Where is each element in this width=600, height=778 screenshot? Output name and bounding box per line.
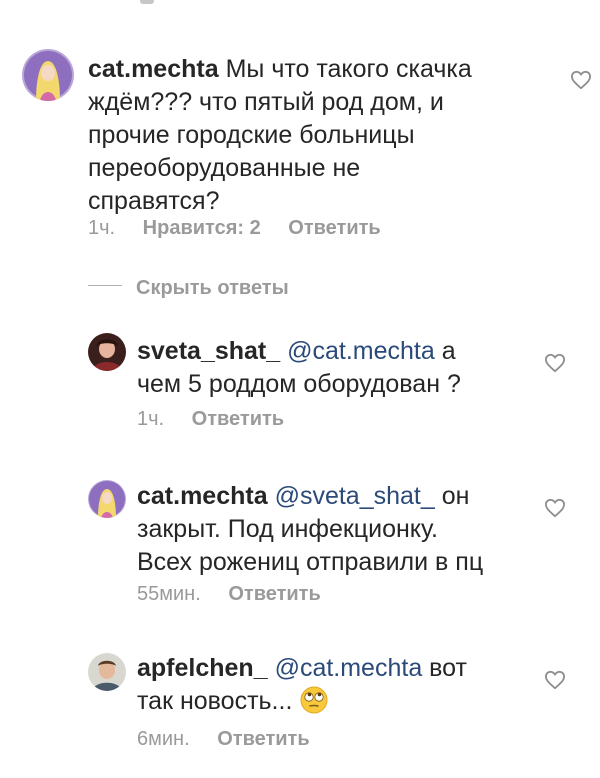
heart-outline-icon[interactable]	[544, 670, 566, 690]
avatar[interactable]	[22, 49, 74, 101]
reply-username[interactable]: cat.mechta	[137, 482, 268, 510]
avatar[interactable]	[88, 333, 126, 371]
comment-time: 1ч.	[88, 217, 116, 239]
reply-line-1-tail: а	[434, 337, 456, 365]
comment-meta: 1ч. Нравится: 2 Ответить	[88, 216, 403, 240]
reply-text: cat.mechta @sveta_shat_ он закрыт. Под и…	[137, 480, 537, 579]
reply-line-2: так новость...	[137, 687, 293, 715]
reply-username[interactable]: apfelchen_	[137, 654, 268, 682]
heart-outline-icon[interactable]	[570, 70, 592, 90]
comment-line-5: справятся?	[88, 187, 220, 215]
reply-time: 1ч.	[137, 408, 165, 430]
divider-line	[88, 285, 122, 287]
comment-username[interactable]: cat.mechta	[88, 55, 219, 83]
reply-button[interactable]: Ответить	[288, 217, 380, 239]
heart-outline-icon[interactable]	[544, 498, 566, 518]
reply-meta: 6мин. Ответить	[137, 727, 332, 751]
reply-username[interactable]: sveta_shat_	[137, 337, 280, 365]
previous-item-edge	[140, 0, 154, 4]
heart-outline-icon[interactable]	[544, 353, 566, 373]
comment-text: cat.mechta Мы что такого скачка ждём??? …	[88, 53, 518, 218]
avatar[interactable]	[88, 480, 126, 518]
comment-line-2: ждём??? что пятый род дом, и	[88, 88, 444, 116]
reply-line-3: Всех рожениц отправили в пц	[137, 548, 484, 576]
hide-replies-button[interactable]: Скрыть ответы	[88, 276, 289, 300]
reply-line-1-tail: он	[434, 482, 470, 510]
reply-line-2: чем 5 роддом оборудован ?	[137, 370, 461, 398]
avatar[interactable]	[88, 653, 126, 691]
mention-link[interactable]: @sveta_shat_	[275, 482, 435, 510]
reply-button[interactable]: Ответить	[217, 728, 309, 750]
comment-line-1: Мы что такого скачка	[225, 55, 472, 83]
reply-line-2: закрыт. Под инфекционку.	[137, 515, 438, 543]
reply-button[interactable]: Ответить	[192, 408, 284, 430]
hide-replies-label: Скрыть ответы	[136, 277, 289, 299]
face-with-rolling-eyes-icon	[300, 686, 328, 714]
reply-meta: 55мин. Ответить	[137, 582, 343, 606]
reply-text: sveta_shat_ @cat.mechta а чем 5 роддом о…	[137, 335, 517, 401]
comment-line-3: прочие городские больницы	[88, 121, 415, 149]
mention-link[interactable]: @cat.mechta	[287, 337, 435, 365]
reply-meta: 1ч. Ответить	[137, 407, 306, 431]
mention-link[interactable]: @cat.mechta	[275, 654, 423, 682]
reply-text: apfelchen_ @cat.mechta вот так новость..…	[137, 652, 537, 718]
reply-time: 55мин.	[137, 583, 201, 605]
reply-time: 6мин.	[137, 728, 190, 750]
comment-line-4: переоборудованные не	[88, 154, 361, 182]
reply-button[interactable]: Ответить	[228, 583, 320, 605]
comment-likes[interactable]: Нравится: 2	[143, 217, 261, 239]
reply-line-1-tail: вот	[422, 654, 467, 682]
